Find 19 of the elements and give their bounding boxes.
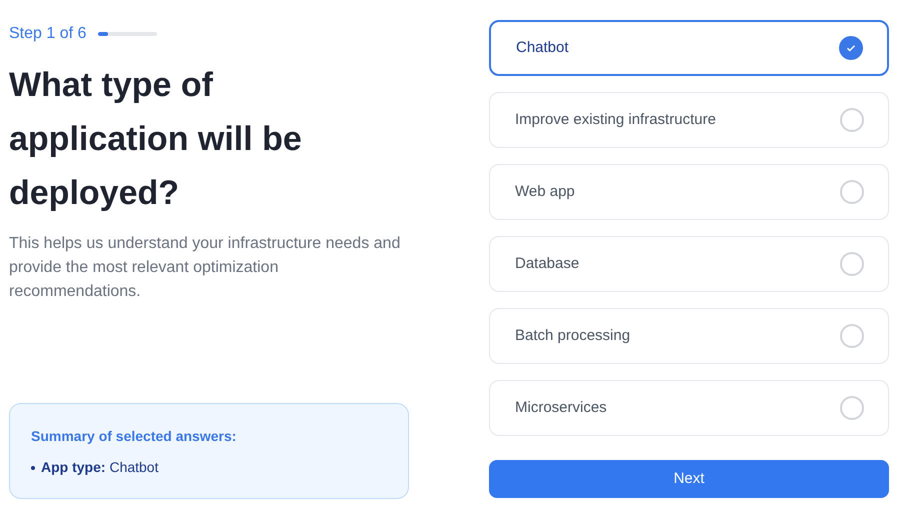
check-icon [839,36,863,60]
question-description: This helps us understand your infrastructure needs and provide the most relevant optimization recommendations. [9,234,402,302]
radio-icon [840,324,864,348]
radio-icon [840,252,864,276]
bullet-icon [31,466,35,470]
option-card[interactable]: Batch processing [489,308,889,364]
step-label: Step 1 of 6 [9,24,86,44]
summary-item: App type: Chatbot [41,458,158,477]
radio-icon [840,180,864,204]
option-card[interactable]: Web app [489,164,889,220]
option-card[interactable]: Chatbot [489,20,889,76]
radio-icon [840,396,864,420]
option-card[interactable]: Database [489,236,889,292]
summary-title: Summary of selected answers: [31,427,238,446]
next-button[interactable]: Next [489,460,889,498]
question-heading: What type of application will be deployed? [9,65,303,214]
option-card[interactable]: Microservices [489,380,889,436]
option-card[interactable]: Improve existing infrastructure [489,92,889,148]
radio-icon [840,108,864,132]
